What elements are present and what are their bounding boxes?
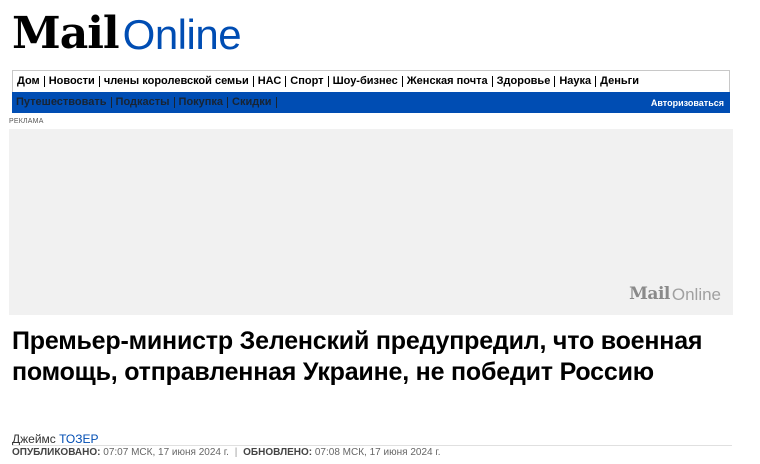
- published-label: ОПУБЛИКОВАНО:: [12, 447, 101, 458]
- article-headline: Премьер-министр Зеленский предупредил, ч…: [12, 327, 703, 386]
- nav-item-showbiz[interactable]: Шоу-бизнес: [329, 76, 403, 87]
- updated-label: ОБНОВЛЕНО:: [243, 447, 313, 458]
- nav-item-royals[interactable]: члены королевской семьи: [100, 76, 254, 87]
- ad-banner[interactable]: Mail Online: [9, 129, 733, 315]
- logo-mail-text: Mail: [12, 8, 120, 59]
- nav-item-sport[interactable]: Спорт: [286, 76, 329, 87]
- article-dates: ОПУБЛИКОВАНО: 07:07 МСК, 17 июня 2024 г.…: [12, 447, 441, 458]
- primary-nav: Дом Новости члены королевской семьи НАС …: [12, 70, 730, 92]
- byline: Джеймс ТОЗЕР: [12, 432, 99, 446]
- ad-label: РЕКЛАМА: [9, 118, 44, 125]
- ad-logo-online: Online: [671, 285, 721, 304]
- nav-item-us[interactable]: НАС: [254, 76, 287, 87]
- ad-logo-mail: Mail: [629, 284, 670, 304]
- nav-item-femail[interactable]: Женская почта: [403, 76, 493, 87]
- updated-value: 07:08 МСК, 17 июня 2024 г.: [314, 447, 441, 458]
- date-separator: |: [234, 447, 238, 458]
- nav-item-news[interactable]: Новости: [45, 76, 100, 87]
- byline-prefix: Джеймс: [12, 432, 56, 446]
- site-logo[interactable]: Mail Online: [12, 4, 242, 59]
- ad-logo: Mail Online: [629, 284, 721, 304]
- nav-item-science[interactable]: Наука: [555, 76, 597, 87]
- secondary-nav: Путешествовать Подкасты Покупка Скидки А…: [12, 92, 730, 113]
- nav-item-health[interactable]: Здоровье: [493, 76, 556, 87]
- subnav-item-travel[interactable]: Путешествовать: [12, 97, 112, 108]
- logo-online-text: Online: [122, 11, 242, 58]
- subnav-item-shopping[interactable]: Покупка: [175, 97, 229, 108]
- subnav-item-discounts[interactable]: Скидки: [228, 97, 277, 108]
- byline-divider: [12, 445, 732, 446]
- nav-item-money[interactable]: Деньги: [596, 76, 643, 87]
- published-value: 07:07 МСК, 17 июня 2024 г.: [103, 447, 229, 458]
- nav-item-home[interactable]: Дом: [13, 76, 45, 87]
- author-link[interactable]: ТОЗЕР: [59, 432, 98, 446]
- subnav-item-podcasts[interactable]: Подкасты: [112, 97, 175, 108]
- login-link[interactable]: Авторизоваться: [651, 98, 730, 108]
